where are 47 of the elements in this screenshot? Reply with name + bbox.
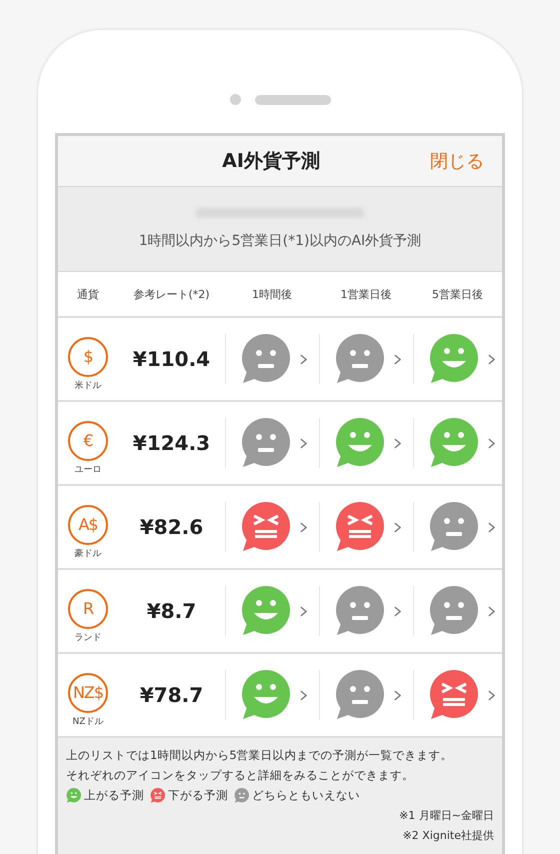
chevron-icon (300, 354, 307, 364)
rate-text: ¥82.6 (138, 515, 204, 539)
chevron-icon (488, 690, 495, 700)
chevron-icon (300, 690, 307, 700)
chevron-icon (488, 354, 495, 364)
close-button[interactable]: 閉じる (404, 149, 484, 173)
currency-symbol: $ (68, 336, 108, 376)
currency-name: NZドル (72, 716, 104, 728)
currency-name: ランド (74, 632, 102, 644)
chevron-icon (394, 438, 401, 448)
rate-text: ¥8.7 (146, 599, 198, 623)
currency-symbol: NZ$ (68, 672, 108, 712)
note-text: 上のリストでは1時間以内から5営業日以内までの予測が一覧できます。 (66, 748, 454, 763)
camera-icon (230, 94, 240, 105)
legend-label: 下がる予測 (168, 788, 228, 803)
chevron-icon (300, 438, 307, 448)
chevron-icon (300, 522, 307, 532)
currency-symbol: € (68, 420, 108, 460)
column-header: 1営業日後 (340, 286, 392, 302)
chevron-icon (488, 606, 495, 616)
footnote-text: ※2 Xignite社提供 (402, 828, 494, 843)
chevron-icon (394, 690, 401, 700)
chevron-icon (300, 606, 307, 616)
chevron-icon (488, 438, 495, 448)
chevron-icon (488, 522, 495, 532)
note-text: それぞれのアイコンをタップすると詳細をみることができます。 (66, 768, 415, 783)
rate-text: ¥110.4 (132, 347, 212, 371)
chevron-icon (394, 522, 401, 532)
chevron-icon (394, 606, 401, 616)
currency-name: 豪ドル (74, 548, 102, 560)
subtitle-text: 1時間以内から5営業日(*1)以内のAI外貨予測 (138, 232, 422, 250)
footnote-text: ※1 月曜日~金曜日 (398, 808, 494, 823)
column-header: 参考レート(*2) (132, 286, 211, 302)
speaker-icon (254, 94, 330, 104)
rate-text: ¥78.7 (138, 683, 204, 707)
currency-symbol: A$ (68, 504, 108, 544)
chevron-icon (394, 354, 401, 364)
legend-label: 上がる予測 (84, 788, 144, 803)
rate-text: ¥124.3 (132, 431, 212, 455)
column-header: 5営業日後 (431, 286, 484, 302)
screen-title: AI外貨予測 (222, 149, 320, 174)
currency-name: 米ドル (74, 380, 102, 392)
currency-symbol: R (68, 588, 108, 628)
column-header: 通貨 (76, 286, 100, 302)
column-header: 1時間後 (251, 286, 293, 302)
legend-label: どちらともいえない (252, 788, 360, 803)
currency-name: ユーロ (74, 464, 102, 476)
